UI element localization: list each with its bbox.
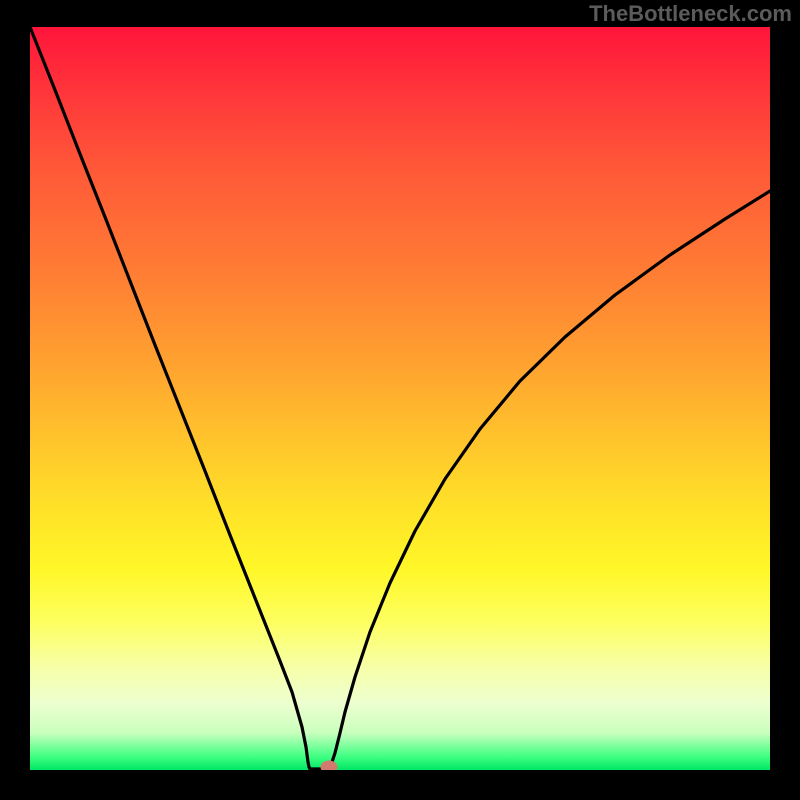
curve-layer	[30, 27, 770, 770]
watermark-text: TheBottleneck.com	[589, 1, 792, 27]
chart-frame: TheBottleneck.com	[0, 0, 800, 800]
plot-area	[30, 27, 770, 770]
bottleneck-curve	[30, 27, 770, 769]
min-point-marker	[321, 761, 338, 771]
